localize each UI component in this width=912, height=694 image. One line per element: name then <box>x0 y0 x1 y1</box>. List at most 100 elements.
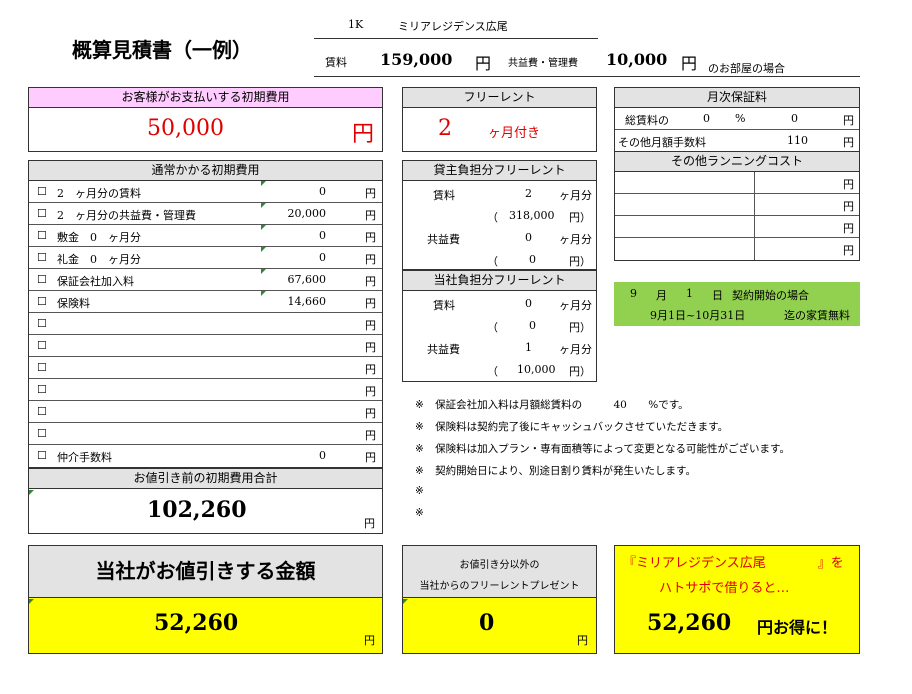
guarantee-row2-unit: 円 <box>843 136 854 149</box>
running-cost-row: 円 <box>615 238 859 260</box>
owner-fee-months-unit: ヶ月分 <box>559 233 592 246</box>
cost-row: ☐ 2 ヶ月分の賃料 0 円 <box>29 181 382 203</box>
running-cost-row: 円 <box>615 216 859 238</box>
free-rent-box: フリーレント 2 ヶ月付き <box>402 87 597 152</box>
green-marker <box>29 490 34 495</box>
contract-month: 9 <box>630 287 637 300</box>
cost-label: 2 ヶ月分の賃料 <box>57 187 141 200</box>
cost-label: 2 ヶ月分の共益費・管理費 <box>57 209 196 222</box>
green-marker <box>261 225 266 230</box>
free-rent-suffix: ヶ月付き <box>488 126 541 141</box>
note-3: ※ 保険料は加入プラン・専有面積等によって変更となる可能性がございます。 <box>415 441 790 456</box>
cost-row: ☐ 保険料 14,660 円 <box>29 291 382 313</box>
cost-unit: 円 <box>365 363 376 376</box>
discount-header-text: 当社がお値引きする金額 <box>95 559 316 583</box>
owner-fee-months: 0 <box>525 231 532 244</box>
green-marker <box>403 599 408 604</box>
total-before-header: お値引き前の初期費用合計 <box>29 469 382 489</box>
note-mark: ※ <box>415 421 424 433</box>
cost-label: 敷金 0 ヶ月分 <box>57 231 141 244</box>
cost-label: 礼金 0 ヶ月分 <box>57 253 141 266</box>
cost-checkbox[interactable]: ☐ <box>37 295 47 308</box>
cost-checkbox[interactable]: ☐ <box>37 273 47 286</box>
present-box: お値引き分以外の 当社からのフリーレントプレゼント 0 円 <box>402 545 597 654</box>
cost-checkbox[interactable]: ☐ <box>37 229 47 242</box>
cost-row: ☐ 敷金 0 ヶ月分 0 円 <box>29 225 382 247</box>
cost-row: ☐ 円 <box>29 423 382 445</box>
discount-unit: 円 <box>364 634 375 647</box>
cost-row: ☐ 仲介手数料 0 円 <box>29 445 382 467</box>
note-6: ※ <box>415 507 424 519</box>
contract-suffix: 契約開始の場合 <box>732 289 809 302</box>
green-marker <box>261 291 266 296</box>
cost-checkbox[interactable]: ☐ <box>37 339 47 352</box>
guarantee-row2-value: 110 <box>787 134 808 147</box>
guarantee-row1-pct-unit: % <box>735 112 746 125</box>
cost-row: ☐ 保証会社加入料 67,600 円 <box>29 269 382 291</box>
savings-line1: 『ミリアレジデンス広尾 』を <box>623 552 844 571</box>
customer-initial-unit: 円 <box>352 122 375 147</box>
owner-close-paren: 円） <box>569 255 591 268</box>
cost-checkbox[interactable]: ☐ <box>37 207 47 220</box>
running-cost-unit: 円 <box>843 178 854 191</box>
normal-costs-header: 通常かかる初期費用 <box>29 161 382 181</box>
divider-bottom <box>314 76 860 77</box>
running-cost-header: その他ランニングコスト <box>615 152 859 172</box>
monthly-guarantee-header: 月次保証料 <box>615 88 859 108</box>
running-cost-box: その他ランニングコスト 円 円 円 円 <box>614 151 860 261</box>
cost-unit: 円 <box>365 407 376 420</box>
company-rent-label: 賃料 <box>433 299 455 312</box>
cost-value: 0 <box>319 185 326 198</box>
note-2-text: 保険料は契約完了後にキャッシュバックさせていただきます。 <box>435 421 729 433</box>
cost-checkbox[interactable]: ☐ <box>37 317 47 330</box>
cost-checkbox[interactable]: ☐ <box>37 383 47 396</box>
guarantee-row1-pct: 0 <box>703 112 710 125</box>
company-open-paren: （ <box>487 365 498 378</box>
free-rent-header: フリーレント <box>403 88 596 108</box>
discount-amount: 52,260 <box>154 610 239 636</box>
free-rent-months: 2 <box>438 116 452 141</box>
note-4-text: 契約開始日により、別途日割り賃料が発生いたします。 <box>435 465 696 477</box>
guarantee-row1-unit: 円 <box>843 114 854 127</box>
savings-property-name: ミリアレジデンス広尾 <box>636 556 766 571</box>
company-fee-label: 共益費 <box>427 343 460 356</box>
owner-rent-months-unit: ヶ月分 <box>559 189 592 202</box>
running-cost-unit: 円 <box>843 244 854 257</box>
room-layout: 1K <box>348 18 364 31</box>
owner-fee-amount: 0 <box>529 253 536 266</box>
running-cost-row: 円 <box>615 194 859 216</box>
cost-checkbox[interactable]: ☐ <box>37 251 47 264</box>
company-open-paren: （ <box>487 321 498 334</box>
cost-unit: 円 <box>365 231 376 244</box>
cost-unit: 円 <box>365 297 376 310</box>
guarantee-row1-value: 0 <box>791 112 798 125</box>
cost-unit: 円 <box>365 253 376 266</box>
customer-initial-amount: 50,000 <box>147 116 224 141</box>
guarantee-row1-label: 総賃料の <box>625 114 669 127</box>
green-marker <box>29 599 34 604</box>
total-before-amount: 102,260 <box>147 497 247 523</box>
cost-value: 0 <box>319 229 326 242</box>
cost-checkbox[interactable]: ☐ <box>37 361 47 374</box>
owner-open-paren: （ <box>487 211 498 224</box>
savings-close-bracket: 』を <box>817 556 844 571</box>
company-rent-amount: 0 <box>529 319 536 332</box>
cost-checkbox[interactable]: ☐ <box>37 427 47 440</box>
cost-unit: 円 <box>365 385 376 398</box>
note-4: ※ 契約開始日により、別途日割り賃料が発生いたします。 <box>415 463 696 478</box>
note-1: ※ 保証会社加入料は月額総賃料の 40 %です。 <box>415 397 689 412</box>
cost-row: ☐ 礼金 0 ヶ月分 0 円 <box>29 247 382 269</box>
property-name: ミリアレジデンス広尾 <box>398 20 508 33</box>
green-marker <box>261 247 266 252</box>
total-before-box: お値引き前の初期費用合計 102,260 円 <box>28 468 383 534</box>
cost-checkbox[interactable]: ☐ <box>37 185 47 198</box>
owner-fee-label: 共益費 <box>427 233 460 246</box>
cost-checkbox[interactable]: ☐ <box>37 449 47 462</box>
owner-rent-months: 2 <box>525 187 532 200</box>
running-cost-unit: 円 <box>843 222 854 235</box>
cost-checkbox[interactable]: ☐ <box>37 405 47 418</box>
customer-initial-header: お客様がお支払いする初期費用 <box>29 88 382 108</box>
cost-unit: 円 <box>365 275 376 288</box>
note-1-pre: 保証会社加入料は月額総賃料の <box>435 399 583 411</box>
savings-amount: 52,260 <box>647 610 732 636</box>
